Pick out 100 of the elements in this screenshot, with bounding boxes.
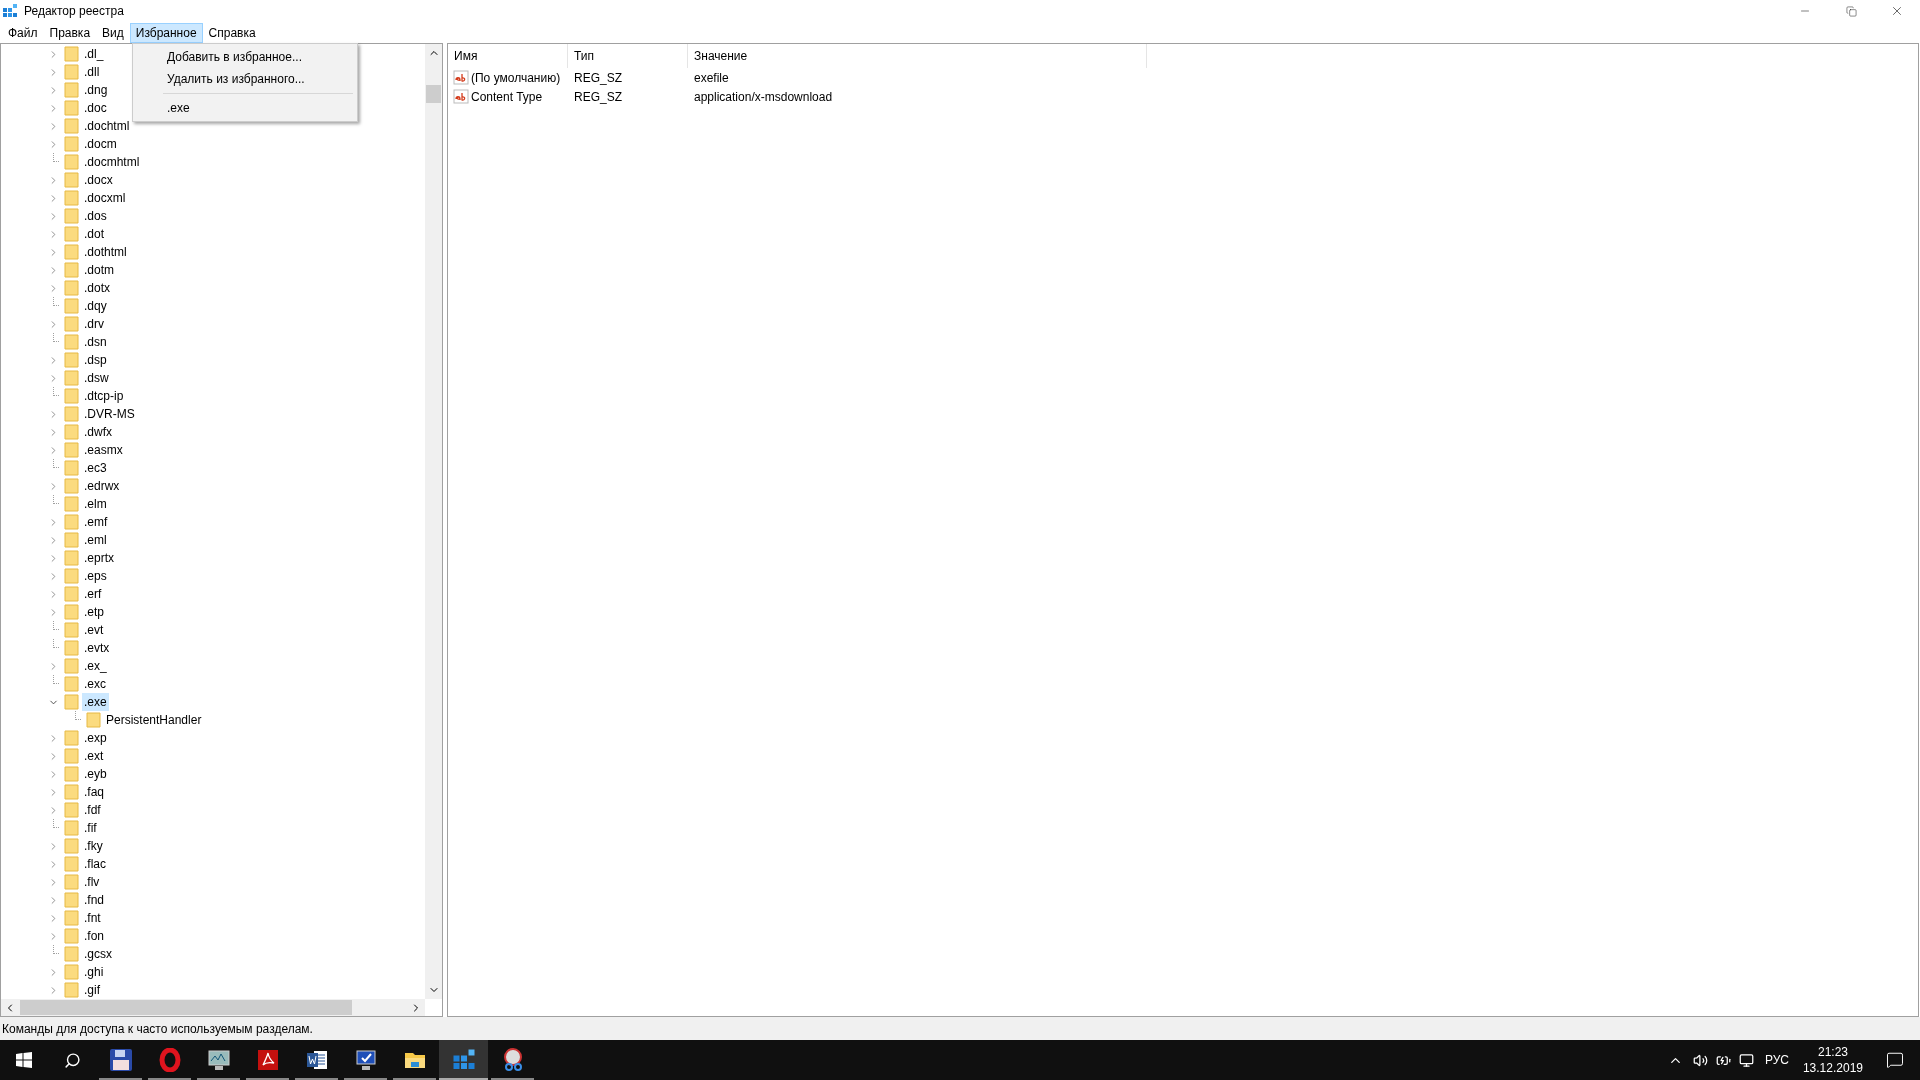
tree-item[interactable]: .docm: [82, 135, 119, 153]
tree-item[interactable]: .dng: [82, 81, 110, 99]
tree-item[interactable]: .fdf: [82, 801, 103, 819]
tree-item[interactable]: .erf: [82, 585, 104, 603]
tree-item[interactable]: .DVR-MS: [82, 405, 137, 423]
tree-item[interactable]: .gcsx: [82, 945, 114, 963]
tree-item[interactable]: .dochtml: [82, 117, 132, 135]
value-type: REG_SZ: [573, 69, 623, 87]
vertical-scrollbar[interactable]: [425, 44, 442, 999]
tree-item[interactable]: .fky: [82, 837, 105, 855]
tree-item[interactable]: .dtcp-ip: [82, 387, 126, 405]
tree-item[interactable]: .elm: [82, 495, 109, 513]
tree-item[interactable]: .flac: [82, 855, 108, 873]
tree-item[interactable]: .dqy: [82, 297, 109, 315]
notifications-icon[interactable]: [1886, 1051, 1904, 1069]
folder-icon: [64, 82, 80, 98]
dropdown-menu-item[interactable]: .exe: [133, 97, 357, 119]
folder-icon: [64, 982, 80, 998]
tree-item[interactable]: .easmx: [82, 441, 125, 459]
tree-item[interactable]: .docxml: [82, 189, 128, 207]
close-icon: [1890, 4, 1904, 18]
tree-item[interactable]: .eprtx: [82, 549, 116, 567]
tree-item[interactable]: .ext: [82, 747, 106, 765]
tree-item[interactable]: .emf: [82, 513, 110, 531]
tree-item[interactable]: .dsp: [82, 351, 109, 369]
tree-item[interactable]: .dsw: [82, 369, 111, 387]
input-language[interactable]: РУС: [1764, 1051, 1789, 1069]
string-value-icon: [453, 69, 469, 86]
folder-icon: [64, 676, 80, 692]
network-icon[interactable]: [1738, 1052, 1754, 1068]
tree-item[interactable]: .evt: [82, 621, 106, 639]
folder-icon: [64, 460, 80, 476]
tree-item[interactable]: .ghi: [82, 963, 106, 981]
windows-logo-icon: [16, 1052, 32, 1068]
tree-item[interactable]: .docx: [82, 171, 115, 189]
horizontal-scrollbar[interactable]: [1, 999, 425, 1016]
dropdown-menu-item[interactable]: Удалить из избранного...: [133, 68, 357, 90]
tree-item[interactable]: .dl_: [82, 45, 106, 63]
column-header[interactable]: Тип: [568, 44, 688, 68]
folder-icon: [64, 208, 80, 224]
folder-icon: [64, 64, 80, 80]
dropdown-menu-item[interactable]: Добавить в избранное...: [133, 46, 357, 68]
folder-icon: [64, 748, 80, 764]
tree-item[interactable]: .faq: [82, 783, 106, 801]
folder-icon: [64, 244, 80, 260]
tree-item[interactable]: .eml: [82, 531, 109, 549]
tree-item[interactable]: .dos: [82, 207, 109, 225]
tree-item[interactable]: .exe: [82, 693, 109, 711]
folder-icon: [64, 442, 80, 458]
column-header[interactable]: Имя: [448, 44, 568, 68]
menu-item[interactable]: Файл: [2, 22, 44, 43]
scroll-thumb[interactable]: [20, 1000, 352, 1015]
folder-icon: [64, 424, 80, 440]
menu-item[interactable]: Вид: [96, 22, 130, 43]
tree-item[interactable]: .doc: [82, 99, 109, 117]
tree-item[interactable]: .flv: [82, 873, 102, 891]
folder-icon: [64, 946, 80, 962]
tree-item[interactable]: .fon: [82, 927, 106, 945]
tree-item[interactable]: PersistentHandler: [104, 711, 204, 729]
folder-icon: [64, 496, 80, 512]
tree-item[interactable]: .etp: [82, 603, 106, 621]
restore-icon: [1845, 5, 1857, 17]
tree-item[interactable]: .ec3: [82, 459, 109, 477]
tree-item[interactable]: .dll: [82, 63, 102, 81]
value-type: REG_SZ: [573, 88, 623, 106]
menu-item[interactable]: Справка: [202, 22, 262, 43]
folder-icon: [64, 964, 80, 980]
tree-item[interactable]: .fnd: [82, 891, 106, 909]
menu-item[interactable]: Избранное: [129, 22, 203, 43]
tree-item[interactable]: .exp: [82, 729, 109, 747]
folder-icon: [64, 100, 80, 116]
tree-item[interactable]: .evtx: [82, 639, 112, 657]
tree-item[interactable]: .fnt: [82, 909, 103, 927]
tree-item[interactable]: .dot: [82, 225, 106, 243]
tree-item[interactable]: .gif: [82, 981, 102, 999]
window-title: Редактор реестра: [24, 3, 124, 20]
tree-item[interactable]: .exc: [82, 675, 108, 693]
folder-icon: [64, 622, 80, 638]
menu-item[interactable]: Правка: [43, 22, 97, 43]
tree-item[interactable]: .fif: [82, 819, 99, 837]
folder-icon: [64, 334, 80, 350]
tree-item[interactable]: .dothtml: [82, 243, 129, 261]
tree-item[interactable]: .dsn: [82, 333, 109, 351]
tree-item[interactable]: .eyb: [82, 765, 109, 783]
tree-item[interactable]: .eps: [82, 567, 109, 585]
tree-item[interactable]: .edrwx: [82, 477, 122, 495]
value-name[interactable]: (По умолчанию): [471, 68, 561, 87]
folder-icon: [64, 550, 80, 566]
tree-item[interactable]: .docmhtml: [82, 153, 142, 171]
scroll-thumb[interactable]: [426, 85, 441, 103]
tree-item[interactable]: .dotm: [82, 261, 116, 279]
speaker-icon[interactable]: [1692, 1052, 1708, 1068]
value-name[interactable]: Content Type: [471, 87, 543, 106]
tree-item[interactable]: .ex_: [82, 657, 109, 675]
monitor-chart-icon: [206, 1048, 231, 1072]
tree-item[interactable]: .dotx: [82, 279, 112, 297]
tree-item[interactable]: .dwfx: [82, 423, 114, 441]
clock[interactable]: 21:23 13.12.2019: [1795, 1044, 1870, 1076]
tree-item[interactable]: .drv: [82, 315, 106, 333]
column-header[interactable]: Значение: [688, 44, 1147, 68]
